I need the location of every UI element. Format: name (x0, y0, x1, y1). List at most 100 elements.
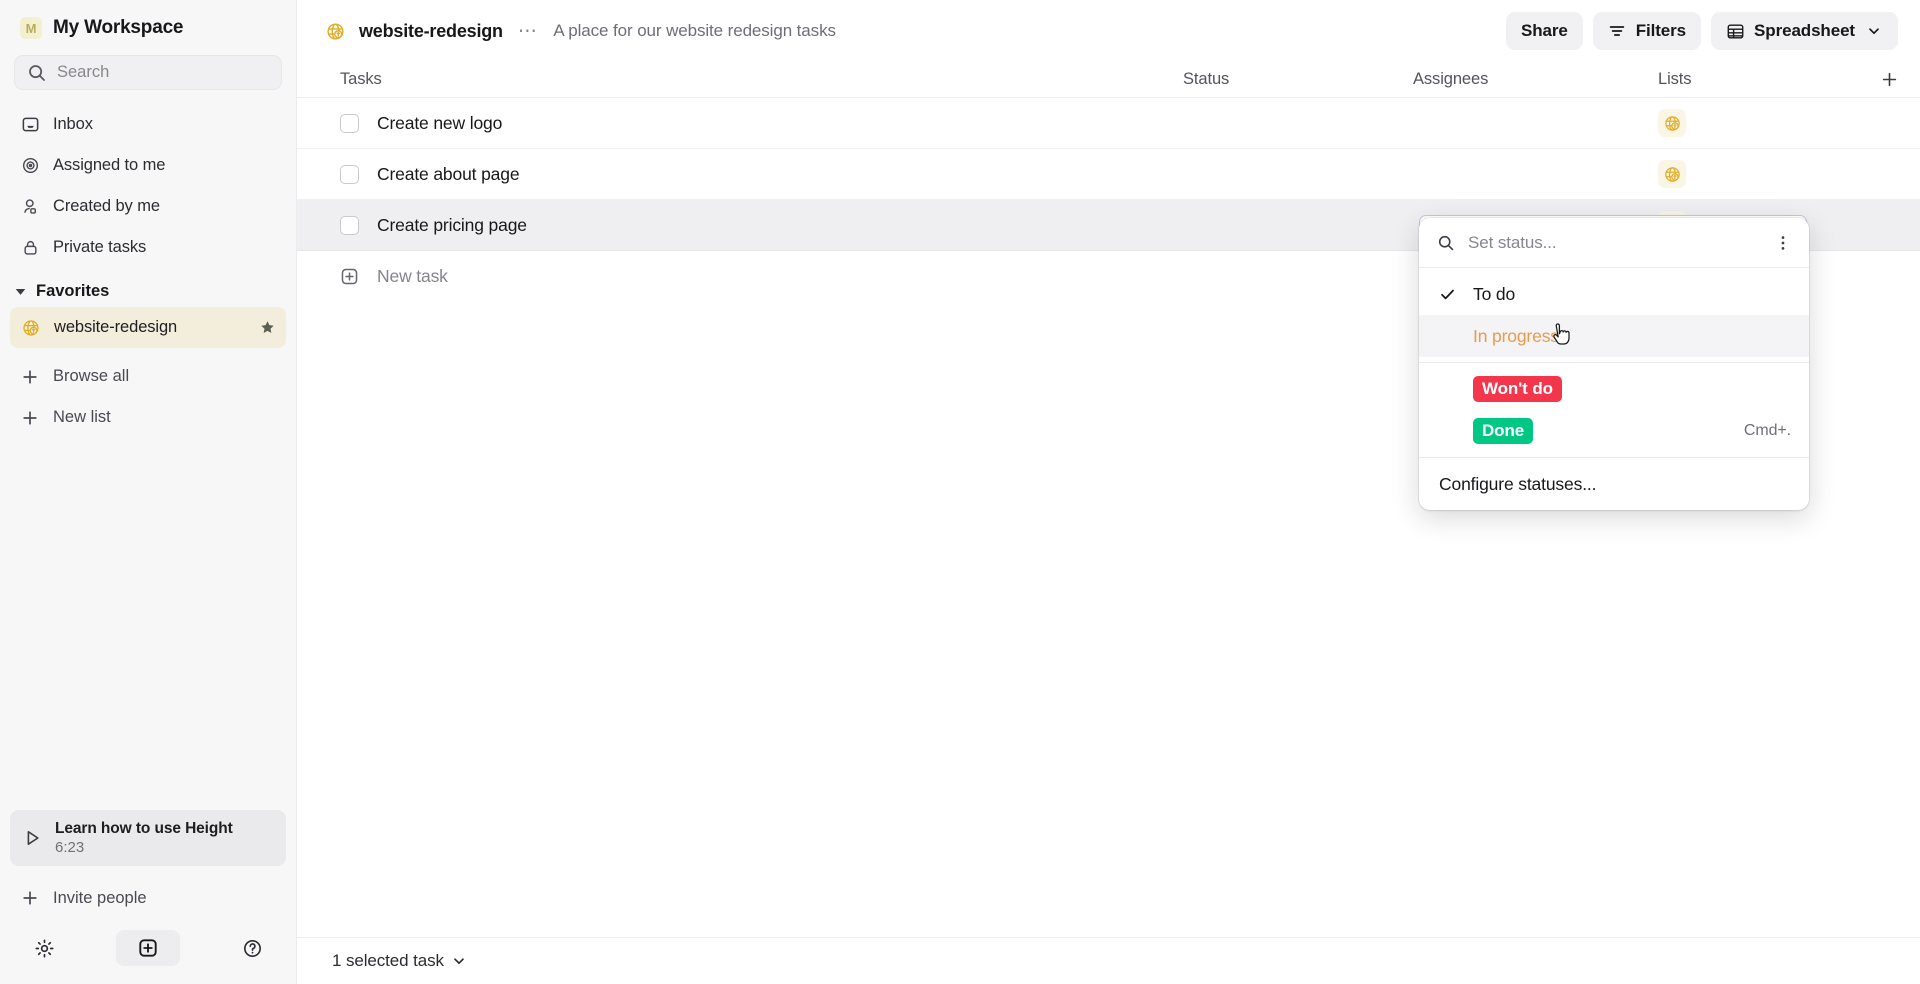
filters-button[interactable]: Filters (1592, 12, 1702, 50)
sidebar-item-private-tasks[interactable]: Private tasks (10, 227, 286, 268)
check-icon (1439, 286, 1459, 303)
sidebar-item-label: Assigned to me (53, 156, 166, 174)
page-menu-button[interactable]: ⋯ (516, 20, 541, 43)
filter-icon (1608, 22, 1627, 41)
table-column-headers: Tasks Status Assignees Lists (297, 62, 1920, 98)
table-row[interactable]: Create about page (297, 149, 1920, 200)
configure-statuses-label: Configure statuses... (1439, 473, 1597, 494)
task-checkbox[interactable] (340, 164, 359, 184)
new-item-button[interactable] (116, 930, 180, 966)
learn-height-duration: 6:23 (55, 839, 85, 856)
star-icon[interactable] (260, 320, 275, 335)
page-header-actions: Share Filters Spreadsheet (1505, 12, 1898, 50)
new-list-label: New list (53, 408, 111, 426)
status-option-in-progress[interactable]: In progress (1419, 315, 1809, 357)
invite-people-label: Invite people (53, 888, 147, 907)
task-checkbox[interactable] (340, 113, 359, 133)
page-description: A place for our website redesign tasks (553, 21, 836, 40)
chevron-down-icon (15, 289, 26, 295)
status-option-label-wrap: Won't do (1473, 375, 1791, 403)
learn-height-card[interactable]: Learn how to use Height 6:23 (10, 810, 286, 866)
status-option-wont-do[interactable]: Won't do (1419, 368, 1809, 410)
search-icon (29, 64, 45, 81)
status-badge: Done (1473, 417, 1534, 445)
selection-menu-button[interactable]: 1 selected task (324, 946, 474, 976)
page-header-left: website-redesign ⋯ A place for our websi… (324, 20, 1506, 43)
sidebar: M My Workspace Search Inbox Assigned to … (0, 0, 297, 984)
sidebar-item-website-redesign[interactable]: website-redesign (10, 307, 286, 348)
new-task-label: New task (377, 266, 448, 286)
search-input[interactable]: Search (14, 55, 282, 90)
chevron-down-icon (1864, 22, 1883, 41)
configure-statuses-button[interactable]: Configure statuses... (1419, 463, 1809, 505)
favorites-label: Favorites (36, 282, 110, 300)
new-list-button[interactable]: New list (10, 397, 286, 438)
lists-cell[interactable] (1658, 160, 1858, 188)
favorites-section-toggle[interactable]: Favorites (0, 268, 296, 307)
page-header: website-redesign ⋯ A place for our websi… (297, 0, 1920, 62)
globe-icon (20, 317, 41, 338)
status-option-done[interactable]: Done Cmd+. (1419, 410, 1809, 452)
learn-height-text: Learn how to use Height 6:23 (55, 820, 233, 856)
workspace-switcher[interactable]: M My Workspace (0, 0, 296, 47)
status-group-footer: Configure statuses... (1419, 457, 1809, 510)
status-option-label: In progress (1473, 325, 1559, 346)
browse-all-button[interactable]: Browse all (10, 356, 286, 397)
new-task-icon (341, 268, 358, 285)
plus-icon (20, 888, 40, 908)
search-placeholder: Search (57, 63, 110, 81)
plus-icon (1882, 72, 1897, 87)
globe-icon (1658, 160, 1686, 188)
sidebar-footer (0, 926, 296, 984)
invite-people-button[interactable]: Invite people (10, 876, 286, 920)
column-header-lists[interactable]: Lists (1658, 70, 1858, 89)
globe-icon (324, 20, 346, 42)
sidebar-item-assigned-to-me[interactable]: Assigned to me (10, 145, 286, 186)
column-header-assignees[interactable]: Assignees (1413, 70, 1658, 89)
sidebar-item-label: website-redesign (54, 318, 178, 336)
lists-cell[interactable] (1658, 109, 1858, 137)
task-cell: Create about page (340, 164, 1183, 185)
sidebar-item-label: Created by me (53, 197, 160, 215)
column-header-tasks[interactable]: Tasks (340, 70, 1183, 89)
target-icon (20, 156, 40, 176)
help-button[interactable] (234, 930, 270, 966)
status-cell[interactable] (1183, 200, 1413, 250)
sidebar-item-inbox[interactable]: Inbox (10, 104, 286, 145)
task-name: Create pricing page (377, 214, 527, 235)
table-row[interactable]: Create new logo (297, 98, 1920, 149)
sidebar-item-label: Inbox (53, 115, 93, 133)
learn-height-title: Learn how to use Height (55, 820, 233, 837)
status-search-input[interactable]: Set status... (1419, 218, 1809, 268)
share-button[interactable]: Share (1505, 12, 1583, 50)
chevron-down-icon (454, 958, 464, 965)
kebab-icon[interactable] (1773, 233, 1793, 253)
add-column-button[interactable] (1858, 71, 1898, 88)
filters-label: Filters (1635, 21, 1687, 40)
inbox-icon (20, 115, 40, 135)
gear-icon (34, 938, 54, 958)
task-name: Create new logo (377, 112, 503, 133)
help-icon (243, 939, 261, 957)
status-option-label-wrap: Done (1473, 417, 1730, 445)
status-cell[interactable] (1183, 98, 1413, 148)
main-content: website-redesign ⋯ A place for our websi… (297, 0, 1920, 984)
sidebar-item-label: Private tasks (53, 238, 147, 256)
sidebar-item-created-by-me[interactable]: Created by me (10, 186, 286, 227)
view-switcher-button[interactable]: Spreadsheet (1711, 12, 1898, 50)
globe-icon (1658, 109, 1686, 137)
search-icon (1438, 235, 1454, 250)
status-cell[interactable] (1183, 149, 1413, 199)
new-item-icon (139, 939, 157, 957)
status-option-to-do[interactable]: To do (1419, 273, 1809, 315)
column-header-status[interactable]: Status (1183, 70, 1413, 89)
status-group-closed: Won't do Done Cmd+. (1419, 362, 1809, 457)
task-cell: Create pricing page (340, 215, 1183, 236)
task-name: Create about page (377, 163, 520, 184)
sidebar-nav: Inbox Assigned to me Created by me Priva… (0, 102, 296, 268)
task-checkbox[interactable] (340, 215, 359, 235)
plus-icon (20, 367, 40, 387)
grid-icon (1726, 22, 1745, 41)
user-icon (20, 197, 40, 217)
settings-button[interactable] (26, 930, 62, 966)
